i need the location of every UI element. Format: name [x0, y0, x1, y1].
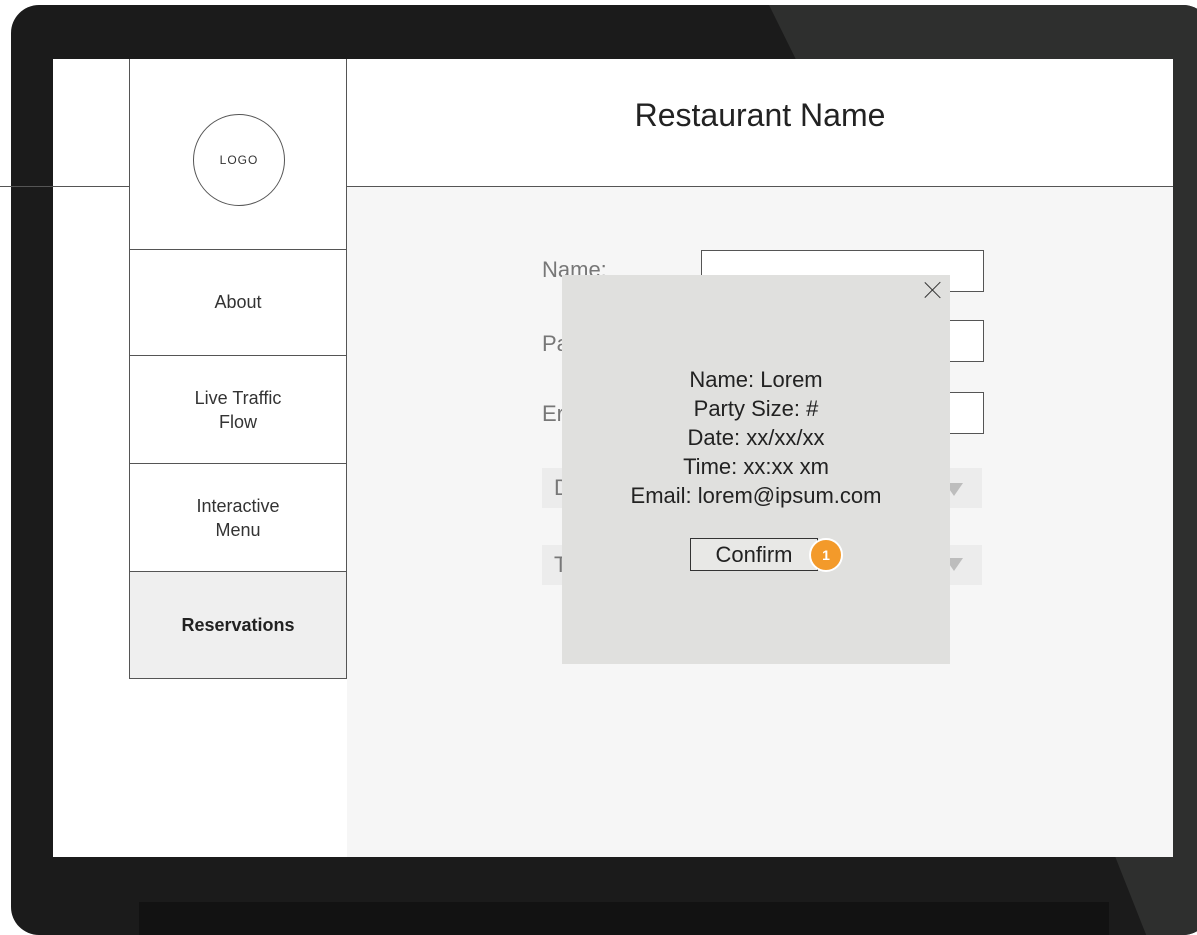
sidebar-item-live-traffic-flow[interactable]: Live Traffic Flow — [130, 356, 346, 464]
logo[interactable]: LOGO — [193, 114, 285, 206]
summary-party-size: Party Size: # — [693, 396, 819, 421]
summary-email: Email: lorem@ipsum.com — [630, 483, 882, 508]
summary-name: Name: Lorem — [689, 367, 823, 392]
summary-time: Time: xx:xx xm — [683, 454, 829, 479]
sidebar-item-interactive-menu[interactable]: Interactive Menu — [130, 464, 346, 572]
summary-date: Date: xx/xx/xx — [687, 425, 825, 450]
screen: Restaurant Name LOGO About Live Traffic … — [53, 59, 1173, 857]
sidebar: LOGO About Live Traffic Flow Interactive… — [129, 59, 347, 679]
confirmation-modal: Name: Lorem Party Size: # Date: xx/xx/xx… — [562, 275, 950, 664]
sidebar-item-about[interactable]: About — [130, 249, 346, 356]
email-label: Er — [542, 401, 564, 426]
confirm-button[interactable]: Confirm — [690, 538, 818, 571]
close-icon[interactable] — [922, 279, 944, 301]
reservation-summary: Name: Lorem Party Size: # Date: xx/xx/xx… — [562, 365, 950, 510]
logo-cell: LOGO — [130, 59, 346, 250]
laptop-hinge — [139, 902, 1109, 935]
annotation-badge: 1 — [809, 538, 843, 572]
sidebar-item-reservations[interactable]: Reservations — [130, 572, 346, 678]
header-divider-left — [0, 186, 129, 187]
page-title: Restaurant Name — [634, 97, 886, 133]
